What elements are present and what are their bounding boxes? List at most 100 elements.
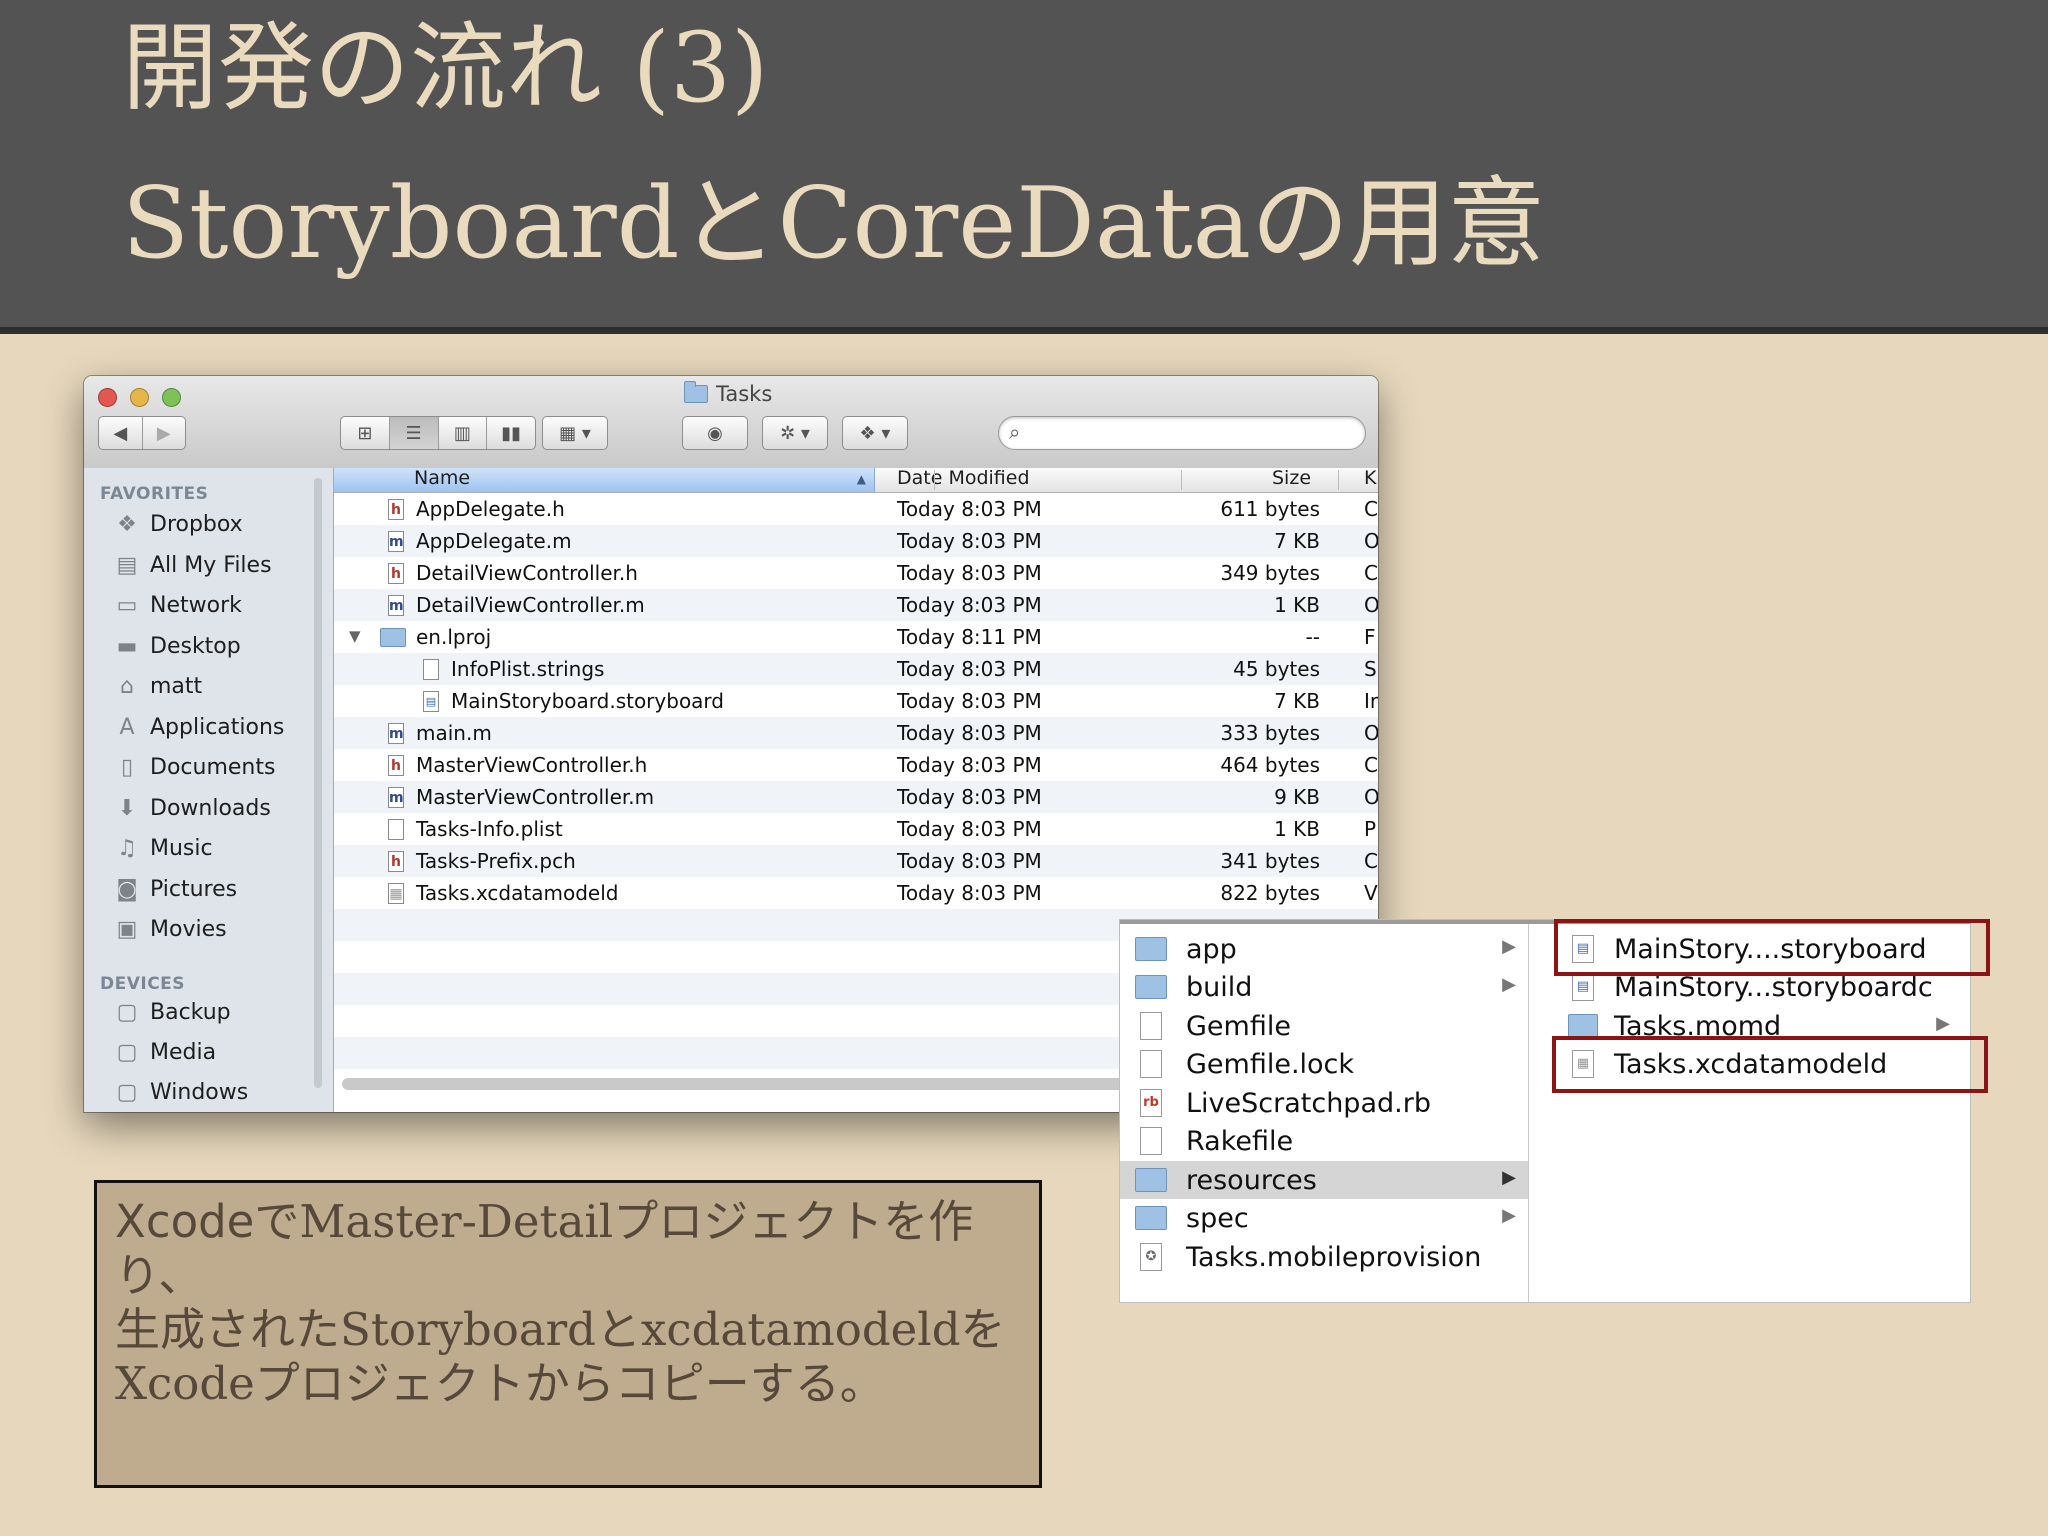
close-window-button[interactable]: [98, 388, 117, 407]
forward-arrow-icon: ▶: [156, 422, 171, 444]
search-input[interactable]: ⌕: [998, 416, 1366, 450]
sidebar-item-backup[interactable]: ▢ Backup: [114, 996, 231, 1028]
table-row[interactable]: m main.m Today 8:03 PM 333 bytes O: [334, 717, 1378, 749]
browser-item-gemfile[interactable]: Gemfile: [1120, 1007, 1528, 1045]
sidebar-item-applications[interactable]: A Applications: [114, 711, 284, 743]
list-view-button[interactable]: ☰: [389, 417, 439, 449]
browser-item-spec[interactable]: spec ▶: [1120, 1199, 1528, 1237]
dropbox-button[interactable]: ❖ ▾: [842, 416, 908, 450]
certificate-icon: ✪: [1140, 1243, 1162, 1271]
file-name: main.m: [416, 721, 492, 745]
chevron-right-icon: ▶: [1936, 1013, 1950, 1034]
file-kind: C: [1364, 849, 1378, 873]
folder-icon: [380, 627, 406, 647]
icon-view-icon: ⊞: [357, 422, 373, 444]
action-button[interactable]: ✲ ▾: [762, 416, 828, 450]
file-name: Tasks-Prefix.pch: [416, 849, 576, 873]
sidebar-item-dropbox[interactable]: ❖ Dropbox: [114, 508, 243, 540]
header-file-icon: h: [388, 562, 404, 584]
browser-item-resources[interactable]: resources ▶: [1120, 1161, 1528, 1199]
browser-column-1: app ▶ build ▶ Gemfile Gemfile.lock rb LiveS…: [1120, 924, 1529, 1302]
browser-item-livescratchpad[interactable]: rb LiveScratchpad.rb: [1120, 1084, 1528, 1122]
music-icon: ♫: [117, 835, 137, 861]
arrange-button[interactable]: ▦ ▾: [542, 416, 608, 450]
sidebar-item-movies[interactable]: ▣ Movies: [114, 913, 227, 945]
sidebar-item-matt[interactable]: ⌂ matt: [114, 670, 202, 702]
caption-line-3: Xcodeプロジェクトからコピーする。: [115, 1357, 885, 1410]
browser-item-app[interactable]: app ▶: [1120, 930, 1528, 968]
header-file-icon: h: [388, 754, 404, 776]
sidebar-item-music[interactable]: ♫ Music: [114, 832, 212, 864]
sidebar-item-desktop[interactable]: ▬ Desktop: [114, 630, 241, 662]
file-size: --: [1305, 625, 1320, 649]
sidebar-scrollbar[interactable]: [314, 478, 322, 1088]
browser-item-rakefile[interactable]: Rakefile: [1120, 1122, 1528, 1160]
finder-titlebar: Tasks ◀ ▶ ⊞ ☰ ▥ ▮▮ ▦ ▾ ◉ ✲ ▾ ❖ ▾ ⌕: [84, 376, 1378, 469]
column-view-icon: ▥: [453, 422, 471, 444]
table-row[interactable]: ▦ Tasks.xcdatamodeld Today 8:03 PM 822 by…: [334, 877, 1378, 909]
table-row[interactable]: h AppDelegate.h Today 8:03 PM 611 bytes C: [334, 493, 1378, 525]
column-header-date[interactable]: Date Modified: [897, 467, 1030, 489]
quick-look-button[interactable]: ◉: [682, 416, 748, 450]
back-button[interactable]: ◀: [99, 417, 143, 449]
disclosure-triangle-icon[interactable]: ▼: [349, 627, 361, 645]
file-kind: V: [1364, 881, 1378, 905]
table-row[interactable]: m AppDelegate.m Today 8:03 PM 7 KB O: [334, 525, 1378, 557]
list-view-icon: ☰: [405, 422, 422, 444]
caption-line-1: XcodeでMaster-Detailプロジェクトを作り、: [115, 1195, 974, 1302]
browser-item-build[interactable]: build ▶: [1120, 968, 1528, 1006]
column-divider: [934, 470, 935, 490]
sidebar-item-downloads[interactable]: ⬇ Downloads: [114, 792, 271, 824]
browser-item-mobileprovision[interactable]: ✪ Tasks.mobileprovision: [1120, 1238, 1528, 1276]
storyboard-file-icon: ▤: [1572, 973, 1594, 1001]
coverflow-view-button[interactable]: ▮▮: [487, 417, 535, 449]
column-header-size[interactable]: Size: [1272, 467, 1311, 489]
sidebar-item-windows[interactable]: ▢ Windows: [114, 1076, 249, 1108]
minimize-window-button[interactable]: [130, 388, 149, 407]
zoom-window-button[interactable]: [162, 388, 181, 407]
table-row[interactable]: h MasterViewController.h Today 8:03 PM 46…: [334, 749, 1378, 781]
favorites-header: FAVORITES: [100, 484, 209, 504]
browser-item-gemfile-lock[interactable]: Gemfile.lock: [1120, 1045, 1528, 1083]
sidebar-item-network[interactable]: ▭ Network: [114, 589, 242, 621]
highlight-xcdatamodeld: [1552, 1036, 1988, 1093]
table-row[interactable]: h DetailViewController.h Today 8:03 PM 34…: [334, 557, 1378, 589]
folder-icon: [1135, 937, 1167, 961]
table-row[interactable]: Tasks-Info.plist Today 8:03 PM 1 KB P: [334, 813, 1378, 845]
file-size: 464 bytes: [1220, 753, 1320, 777]
file-kind: O: [1364, 593, 1378, 617]
sidebar-item-documents[interactable]: ▯ Documents: [114, 751, 276, 783]
sidebar-item-media[interactable]: ▢ Media: [114, 1036, 216, 1068]
search-icon: ⌕: [1009, 420, 1021, 444]
gear-icon: ✲ ▾: [780, 422, 810, 444]
sidebar-item-all-my-files[interactable]: ▤ All My Files: [114, 549, 272, 581]
table-row[interactable]: ▤ MainStoryboard.storyboard Today 8:03 PM…: [334, 685, 1378, 717]
table-row[interactable]: ▼ en.lproj Today 8:11 PM -- F: [334, 621, 1378, 653]
icon-view-button[interactable]: ⊞: [341, 417, 390, 449]
file-name: MainStoryboard.storyboard: [451, 689, 724, 713]
column-view-button[interactable]: ▥: [439, 417, 488, 449]
data-model-icon: ▦: [388, 882, 404, 904]
window-title-label: Tasks: [716, 382, 773, 406]
horizontal-scrollbar[interactable]: [342, 1078, 1182, 1090]
view-mode-control[interactable]: ⊞ ☰ ▥ ▮▮: [340, 416, 536, 450]
file-date: Today 8:03 PM: [897, 817, 1042, 841]
arrange-icon: ▦ ▾: [559, 422, 591, 444]
chevron-right-icon: ▶: [1502, 936, 1516, 957]
file-name: MasterViewController.m: [416, 785, 655, 809]
column-header-kind[interactable]: K: [1364, 467, 1376, 489]
sidebar-item-pictures[interactable]: ◙ Pictures: [114, 873, 237, 905]
file-size: 45 bytes: [1233, 657, 1320, 681]
file-name: MasterViewController.h: [416, 753, 648, 777]
table-row[interactable]: h Tasks-Prefix.pch Today 8:03 PM 341 byte…: [334, 845, 1378, 877]
table-row[interactable]: InfoPlist.strings Today 8:03 PM 45 bytes…: [334, 653, 1378, 685]
table-row[interactable]: m DetailViewController.m Today 8:03 PM 1 …: [334, 589, 1378, 621]
file-size: 341 bytes: [1220, 849, 1320, 873]
file-kind: C: [1364, 497, 1378, 521]
chevron-right-icon: ▶: [1502, 974, 1516, 995]
back-forward-control[interactable]: ◀ ▶: [98, 416, 186, 450]
table-row[interactable]: m MasterViewController.m Today 8:03 PM 9 …: [334, 781, 1378, 813]
column-header-bar: Name ▲ Date Modified Size K: [334, 467, 1378, 493]
forward-button[interactable]: ▶: [143, 417, 186, 449]
column-header-name[interactable]: Name ▲: [334, 467, 875, 492]
